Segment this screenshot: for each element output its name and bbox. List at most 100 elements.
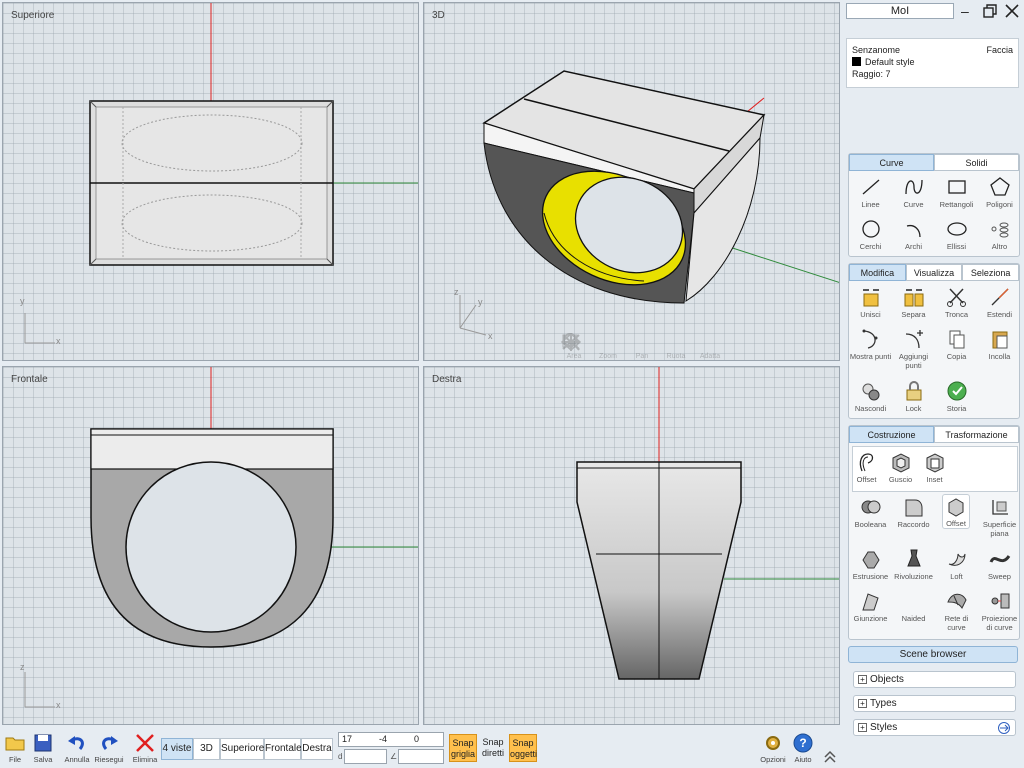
tool-rectangles[interactable]: Rettangoli — [935, 176, 978, 209]
angle-label: ∠ — [390, 752, 398, 761]
collapse-chevron-icon[interactable] — [822, 748, 838, 766]
tool-polygons[interactable]: Poligoni — [978, 176, 1021, 209]
tool-show-points[interactable]: Mostra punti — [849, 328, 892, 361]
zoom-icon — [563, 332, 619, 352]
tool-boolean[interactable]: Booleana — [849, 496, 892, 529]
tool-trim[interactable]: Tronca — [935, 286, 978, 319]
tab-curve[interactable]: Curve — [849, 154, 934, 171]
view-right-button[interactable]: Destra — [301, 738, 333, 760]
tab-modify[interactable]: Modifica — [849, 264, 906, 281]
style-name: Default style — [865, 57, 915, 67]
tool-extrude[interactable]: Estrusione — [849, 548, 892, 581]
paste-icon — [989, 328, 1011, 350]
edit-panel: Modifica Visualizza Seleziona Unisci Sep… — [848, 263, 1020, 419]
object-name[interactable]: Senzanome — [852, 45, 900, 55]
tool-loft[interactable]: Loft — [935, 548, 978, 581]
draw-panel: Curve Solidi Linee Curve Rettangoli Poli… — [848, 153, 1020, 257]
view-top-button[interactable]: Superiore — [220, 738, 264, 760]
fillet-icon — [903, 496, 925, 518]
help-button[interactable]: ? Aiuto — [788, 732, 818, 764]
subtool-inset[interactable]: Inset — [913, 451, 956, 484]
axis-label-x: x — [488, 331, 493, 341]
fit-icon — [562, 332, 721, 352]
scene-item-label: Objects — [870, 674, 904, 685]
styles-arrow-icon[interactable] — [997, 722, 1011, 739]
options-label: Opzioni — [760, 755, 786, 764]
nav-fit-tool[interactable]: Adatta — [562, 332, 724, 360]
distance-input[interactable] — [344, 749, 387, 764]
tool-sweep[interactable]: Sweep — [978, 548, 1021, 581]
tool-separate[interactable]: Separa — [892, 286, 935, 319]
viewport-3d[interactable]: 3D z x y Area Zoom Pan Ruota Adatta — [423, 2, 840, 361]
snap-object-toggle[interactable]: Snap oggetti — [509, 734, 537, 762]
naided-icon — [903, 590, 925, 612]
scene-styles[interactable]: + Styles — [853, 719, 1016, 736]
tool-paste[interactable]: Incolla — [978, 328, 1021, 361]
tool-ellipses[interactable]: Ellissi — [935, 218, 978, 251]
tab-select[interactable]: Seleziona — [962, 264, 1020, 281]
tab-transform[interactable]: Trasformazione — [934, 426, 1019, 443]
tool-fillet[interactable]: Raccordo — [892, 496, 935, 529]
view-3d-button[interactable]: 3D — [193, 738, 220, 760]
scene-browser-header[interactable]: Scene browser — [848, 646, 1018, 663]
viewport-top[interactable]: Superiore y x — [2, 2, 419, 361]
viewport-right[interactable]: Destra — [423, 366, 840, 725]
tool-lock[interactable]: Lock — [892, 380, 935, 413]
angle-input[interactable] — [398, 749, 444, 764]
nav-rotate-tool[interactable]: Ruota — [560, 332, 690, 360]
axis-label-z: z — [454, 287, 459, 297]
minimize-icon[interactable]: – — [961, 4, 969, 18]
tool-label: Incolla — [988, 352, 1011, 361]
sweep-icon — [989, 548, 1011, 570]
save-button[interactable]: Salva — [28, 732, 58, 764]
bottom-toolbar: File Salva Annulla Riesegui Elimina 4 vi… — [0, 728, 843, 768]
nav-zoom-tool[interactable]: Zoom — [563, 332, 622, 360]
save-label: Salva — [33, 755, 53, 764]
tool-project-curves[interactable]: Proiezione di curve — [978, 590, 1021, 632]
tab-view[interactable]: Visualizza — [905, 264, 963, 281]
file-button[interactable]: File — [0, 732, 30, 764]
tool-blend[interactable]: Giunzione — [849, 590, 892, 623]
tool-label: Storia — [946, 404, 967, 413]
snap-straight-toggle[interactable]: Snap diretti — [479, 734, 507, 762]
tool-other[interactable]: Altro — [978, 218, 1021, 251]
tool-lines[interactable]: Linee — [849, 176, 892, 209]
tool-label: Ellissi — [946, 242, 967, 251]
undo-button[interactable]: Annulla — [62, 732, 92, 764]
tool-history[interactable]: Storia — [935, 380, 978, 413]
polygon-icon — [989, 176, 1011, 198]
view-front-button[interactable]: Frontale — [264, 738, 302, 760]
tab-solids[interactable]: Solidi — [934, 154, 1019, 171]
tool-revolve[interactable]: Rivoluzione — [892, 548, 935, 581]
tool-network[interactable]: Rete di curve — [935, 590, 978, 632]
coord-input[interactable]: 17 -4 0 — [338, 732, 444, 747]
tool-offset[interactable]: Offset — [942, 494, 970, 529]
tool-naided[interactable]: Naided — [892, 590, 935, 623]
inset-icon — [924, 451, 946, 473]
restore-icon[interactable] — [983, 4, 997, 20]
snap-grid-toggle[interactable]: Snap griglia — [449, 734, 477, 762]
tab-construction[interactable]: Costruzione — [849, 426, 934, 443]
viewport-front[interactable]: Frontale z x — [2, 366, 419, 725]
options-button[interactable]: Opzioni — [758, 732, 788, 764]
tool-hide[interactable]: Nascondi — [849, 380, 892, 413]
style-row[interactable]: Default style — [852, 57, 1013, 67]
tool-planar-surface[interactable]: Superficie piana — [978, 496, 1021, 538]
close-icon[interactable] — [1005, 4, 1019, 20]
view-4-button[interactable]: 4 viste — [161, 738, 193, 760]
delete-button[interactable]: Elimina — [130, 732, 160, 764]
scene-objects[interactable]: + Objects — [853, 671, 1016, 688]
redo-button[interactable]: Riesegui — [94, 732, 124, 764]
scene-types[interactable]: + Types — [853, 695, 1016, 712]
tool-join[interactable]: Unisci — [849, 286, 892, 319]
tool-extend[interactable]: Estendi — [978, 286, 1021, 319]
folder-icon — [4, 732, 26, 754]
nav-pan-tool[interactable]: Pan — [562, 332, 656, 360]
tool-curves[interactable]: Curve — [892, 176, 935, 209]
nav-tool-label: Ruota — [666, 353, 686, 360]
tool-label: Inset — [926, 475, 943, 484]
tool-circles[interactable]: Cerchi — [849, 218, 892, 251]
tool-copy[interactable]: Copia — [935, 328, 978, 361]
tool-add-points[interactable]: Aggiungi punti — [892, 328, 935, 370]
tool-arcs[interactable]: Archi — [892, 218, 935, 251]
